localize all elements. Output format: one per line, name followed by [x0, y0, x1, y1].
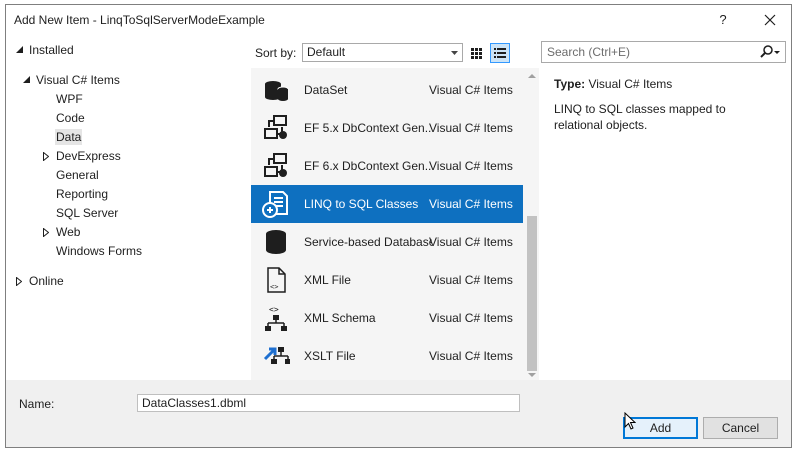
template-description: LINQ to SQL classes mapped to relational… — [554, 102, 726, 132]
help-button[interactable]: ? — [712, 9, 734, 31]
details-pane: Type: Visual C# Items LINQ to SQL classe… — [554, 77, 779, 133]
expanded-triangle-icon — [16, 46, 23, 53]
search-icon[interactable] — [759, 45, 781, 59]
list-view-icon — [494, 48, 506, 58]
svg-text:<>: <> — [270, 283, 278, 291]
bottom-panel: Name: DataClasses1.dbml Add Cancel — [6, 380, 791, 447]
name-label: Name: — [19, 397, 55, 411]
list-item-xslt-file[interactable]: XSLT File Visual C# Items — [251, 337, 523, 375]
mouse-cursor-icon — [624, 412, 636, 430]
list-item-ef5-dbcontext-generator[interactable]: EF 5.x DbContext Gen... Visual C# Items — [251, 109, 523, 147]
collapsed-triangle-icon — [16, 277, 22, 286]
list-scrollbar-thumb[interactable] — [527, 216, 537, 371]
tree-node-code[interactable]: Code — [56, 109, 85, 128]
tree-node-windows-forms[interactable]: Windows Forms — [56, 242, 142, 261]
list-view-button[interactable] — [490, 43, 510, 63]
tree-node-wpf[interactable]: WPF — [56, 90, 83, 109]
window-title: Add New Item - LinqToSqlServerModeExampl… — [14, 13, 265, 27]
name-input[interactable]: DataClasses1.dbml — [137, 394, 520, 412]
list-item-xml-schema[interactable]: <> XML Schema Visual C# Items — [251, 299, 523, 337]
tree-node-reporting[interactable]: Reporting — [56, 185, 108, 204]
svg-text:<>: <> — [269, 305, 279, 314]
add-new-item-dialog: Add New Item - LinqToSqlServerModeExampl… — [5, 4, 792, 448]
database-icon — [266, 230, 286, 254]
dataset-icon — [265, 81, 289, 101]
list-item-xml-file[interactable]: <> XML File Visual C# Items — [251, 261, 523, 299]
collapsed-triangle-icon — [43, 152, 49, 161]
type-label: Type: — [554, 77, 586, 91]
type-line: Type: Visual C# Items — [554, 77, 779, 91]
category-tree: Installed Visual C# Items WPF Code Data … — [6, 39, 246, 379]
template-list: DataSet Visual C# Items EF 5.x DbContext… — [251, 68, 539, 383]
close-button[interactable] — [758, 9, 782, 31]
list-item-ef6-dbcontext-generator[interactable]: EF 6.x DbContext Gen... Visual C# Items — [251, 147, 523, 185]
medium-icons-view-button[interactable] — [466, 43, 486, 63]
chevron-down-icon — [451, 51, 458, 55]
grid-view-icon — [471, 48, 482, 59]
cancel-button[interactable]: Cancel — [703, 417, 778, 439]
close-icon — [764, 14, 776, 26]
sort-by-dropdown[interactable]: Default — [302, 43, 463, 62]
list-item-linq-to-sql-classes[interactable]: LINQ to SQL Classes Visual C# Items — [251, 185, 523, 223]
sort-by-label: Sort by: — [255, 46, 297, 60]
ef-generator-icon — [264, 115, 287, 139]
title-bar: Add New Item - LinqToSqlServerModeExampl… — [6, 5, 791, 35]
scroll-up-arrow-icon[interactable] — [527, 71, 537, 81]
scroll-down-arrow-icon[interactable] — [527, 370, 537, 380]
expanded-triangle-icon — [23, 76, 30, 83]
linq-to-sql-icon — [262, 191, 288, 218]
tree-node-general[interactable]: General — [56, 166, 99, 185]
search-input[interactable]: Search (Ctrl+E) — [541, 41, 786, 63]
xslt-file-icon — [263, 347, 290, 364]
xml-schema-icon: <> — [265, 305, 287, 331]
ef-generator-icon — [264, 153, 287, 177]
list-item-dataset[interactable]: DataSet Visual C# Items — [251, 71, 523, 109]
tree-node-sql-server[interactable]: SQL Server — [56, 204, 118, 223]
collapsed-triangle-icon — [43, 228, 49, 237]
xml-file-icon: <> — [267, 267, 286, 293]
search-placeholder: Search (Ctrl+E) — [547, 45, 631, 59]
list-item-service-based-database[interactable]: Service-based Database Visual C# Items — [251, 223, 523, 261]
type-value: Visual C# Items — [588, 77, 673, 91]
tree-node-data[interactable]: Data — [55, 128, 83, 147]
sort-by-value: Default — [307, 45, 346, 59]
